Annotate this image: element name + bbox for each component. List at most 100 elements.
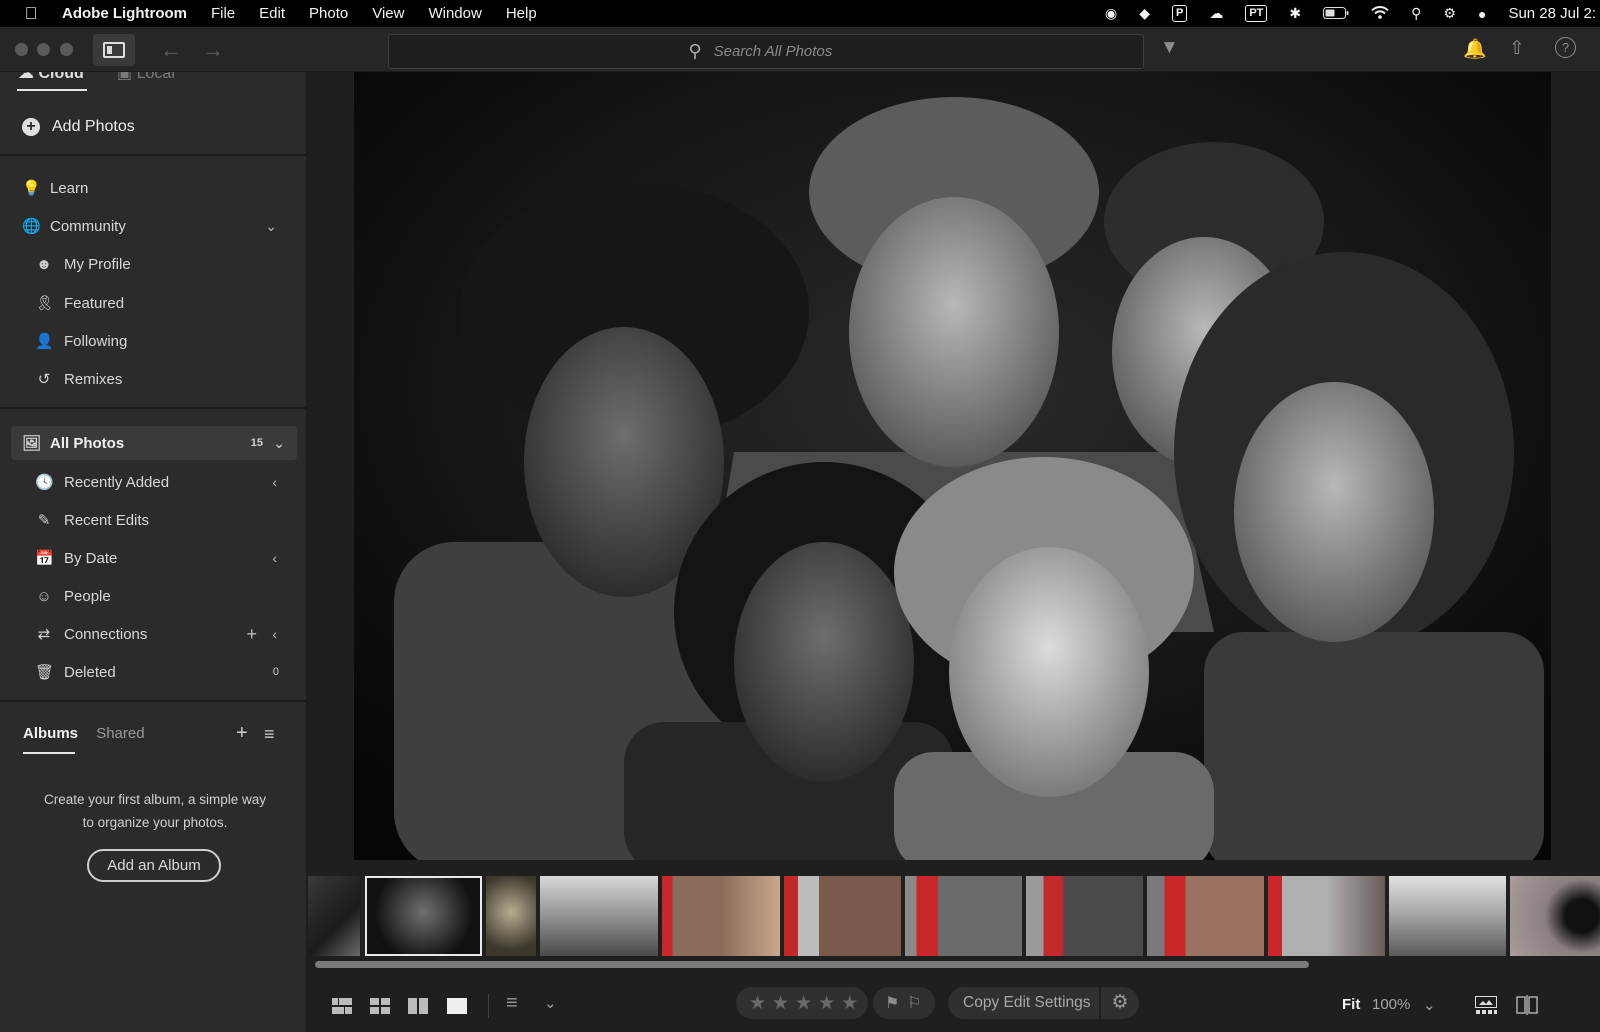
dashlane-icon[interactable]: ◆ [1139,5,1150,22]
star-icon[interactable]: ★ [795,992,812,1015]
filmstrip-thumbnail[interactable] [486,876,536,956]
sort-chevron-down-icon[interactable]: ⌄ [544,994,557,1012]
sort-albums-icon[interactable]: ≡ [264,724,275,745]
sidebar-item-people[interactable]: ☺ People [0,579,306,613]
filmstrip-thumbnail[interactable] [1268,876,1385,956]
tab-shared[interactable]: Shared [96,725,144,742]
all-photos-count: 15 [250,437,263,449]
star-icon[interactable]: ★ [772,992,789,1015]
compare-view-icon[interactable] [408,998,428,1014]
grid-view-icon[interactable] [370,998,390,1014]
sidebar-item-recently-added[interactable]: 🕓 Recently Added ‹ [0,465,306,499]
sidebar-item-learn[interactable]: 💡 Learn [0,171,306,205]
sort-icon[interactable]: ≡ [506,992,518,1015]
menu-view[interactable]: View [372,5,404,22]
sidebar-item-remixes[interactable]: ↺ Remixes [0,362,306,396]
sidebar-item-connections[interactable]: ⇄ Connections + ‹ [0,617,306,651]
zoom-level[interactable]: 100% [1372,996,1410,1013]
zoom-chevron-down-icon[interactable]: ⌄ [1423,996,1436,1014]
chevron-down-icon[interactable]: ⌄ [265,218,277,235]
menu-file[interactable]: File [211,5,235,22]
menu-window[interactable]: Window [428,5,481,22]
filmstrip-thumbnail[interactable] [1510,876,1600,956]
menubar-clock[interactable]: Sun 28 Jul 2: [1508,5,1596,22]
wifi-icon[interactable] [1371,5,1389,22]
before-after-compare-icon[interactable] [1516,995,1538,1015]
p-icon[interactable]: P [1172,5,1188,22]
tab-local[interactable]: ▣ Local [117,72,175,83]
filmstrip-thumbnail[interactable] [540,876,658,956]
tab-albums[interactable]: Albums [23,725,78,742]
star-icon[interactable]: ★ [818,992,835,1015]
notifications-bell-icon[interactable]: 🔔 [1463,37,1487,61]
toggle-panel-button[interactable] [93,34,135,66]
add-connection-icon[interactable]: + [246,624,257,645]
copy-edit-settings-button[interactable]: Copy Edit Settings [948,987,1106,1019]
albums-tab-underline [23,752,75,754]
filmstrip-thumbnail[interactable] [308,876,360,956]
minimize-window-button[interactable] [37,43,50,56]
tab-cloud[interactable]: ☁ Cloud [18,72,84,83]
square-grid-view-icon[interactable] [332,998,352,1014]
filmstrip-thumbnail[interactable] [662,876,780,956]
fit-button[interactable]: Fit [1342,996,1360,1013]
star-icon[interactable]: ★ [841,992,858,1015]
bluetooth-icon[interactable]: ✱ [1289,5,1301,22]
creative-cloud-icon[interactable]: ☁ [1209,5,1223,22]
share-icon[interactable]: ⇧ [1509,37,1525,60]
sidebar-item-by-date[interactable]: 📅 By Date ‹ [0,541,306,575]
apple-menu-icon[interactable]:  [0,4,62,24]
menu-photo[interactable]: Photo [309,5,348,22]
spotlight-icon[interactable]: ⚲ [1411,5,1421,22]
chevron-down-icon[interactable]: ⌄ [273,435,285,452]
filmstrip-scrollbar[interactable] [308,959,1600,969]
detail-view-icon[interactable] [447,998,467,1014]
cloud-icon: ☁ [18,72,39,82]
zoom-window-button[interactable] [60,43,73,56]
filmstrip-thumbnail[interactable] [784,876,901,956]
app-menu[interactable]: Adobe Lightroom [62,5,187,22]
sidebar-item-following[interactable]: 👤 Following [0,324,306,358]
reject-flag-icon[interactable]: ⚐ [907,993,921,1013]
star-icon[interactable]: ★ [749,992,766,1015]
add-album-button[interactable]: Add an Album [87,849,221,882]
filmstrip-thumbnail[interactable] [905,876,1022,956]
sidebar-divider [0,700,306,702]
help-icon[interactable]: ? [1555,37,1576,58]
filter-icon[interactable]: ▼ [1160,37,1179,59]
forward-arrow-icon[interactable]: → [202,37,224,63]
filmstrip-thumbnail-selected[interactable] [365,876,482,956]
main-photo-preview[interactable] [354,72,1551,860]
sidebar-item-all-photos[interactable]: 🖼 All Photos 15 ⌄ [11,426,297,460]
menu-edit[interactable]: Edit [259,5,285,22]
sidebar-item-deleted[interactable]: 🗑 Deleted 0 [0,655,306,689]
close-window-button[interactable] [15,43,28,56]
siri-icon[interactable]: ● [1478,6,1486,22]
sidebar-item-my-profile[interactable]: ☻ My Profile [0,247,306,281]
back-arrow-icon[interactable]: ← [160,37,182,63]
control-center-icon[interactable]: ⚙ [1443,5,1456,22]
filmstrip-thumbnail[interactable] [1026,876,1143,956]
filmstrip-thumbnail[interactable] [1147,876,1264,956]
sidebar-item-community[interactable]: 🌐 Community ⌄ [0,209,306,243]
chevron-left-icon[interactable]: ‹ [272,474,277,490]
search-box[interactable]: ⚲ [388,34,1144,69]
menu-help[interactable]: Help [506,5,537,22]
settings-gear-icon[interactable]: ⚙ [1101,987,1139,1019]
add-photos-button[interactable]: + Add Photos [22,118,135,136]
pt-icon[interactable]: PT [1245,5,1268,22]
sidebar-item-featured[interactable]: 🎗 Featured [0,286,306,320]
filmstrip-toggle-icon[interactable] [1475,996,1497,1014]
search-input[interactable] [713,43,844,60]
sidebar-item-recent-edits[interactable]: ✎ Recent Edits [0,503,306,537]
chevron-left-icon[interactable]: ‹ [272,626,277,642]
filmstrip-scrollbar-thumb[interactable] [315,961,1309,968]
star-rating[interactable]: ★ ★ ★ ★ ★ [736,987,868,1019]
create-album-icon[interactable]: + [236,722,248,745]
grammarly-icon[interactable]: ◉ [1105,5,1117,22]
pick-flag-icon[interactable]: ⚑ [885,993,899,1013]
battery-icon[interactable] [1323,6,1349,22]
filmstrip-thumbnail[interactable] [1389,876,1506,956]
filmstrip [308,876,1600,956]
chevron-left-icon[interactable]: ‹ [272,550,277,566]
